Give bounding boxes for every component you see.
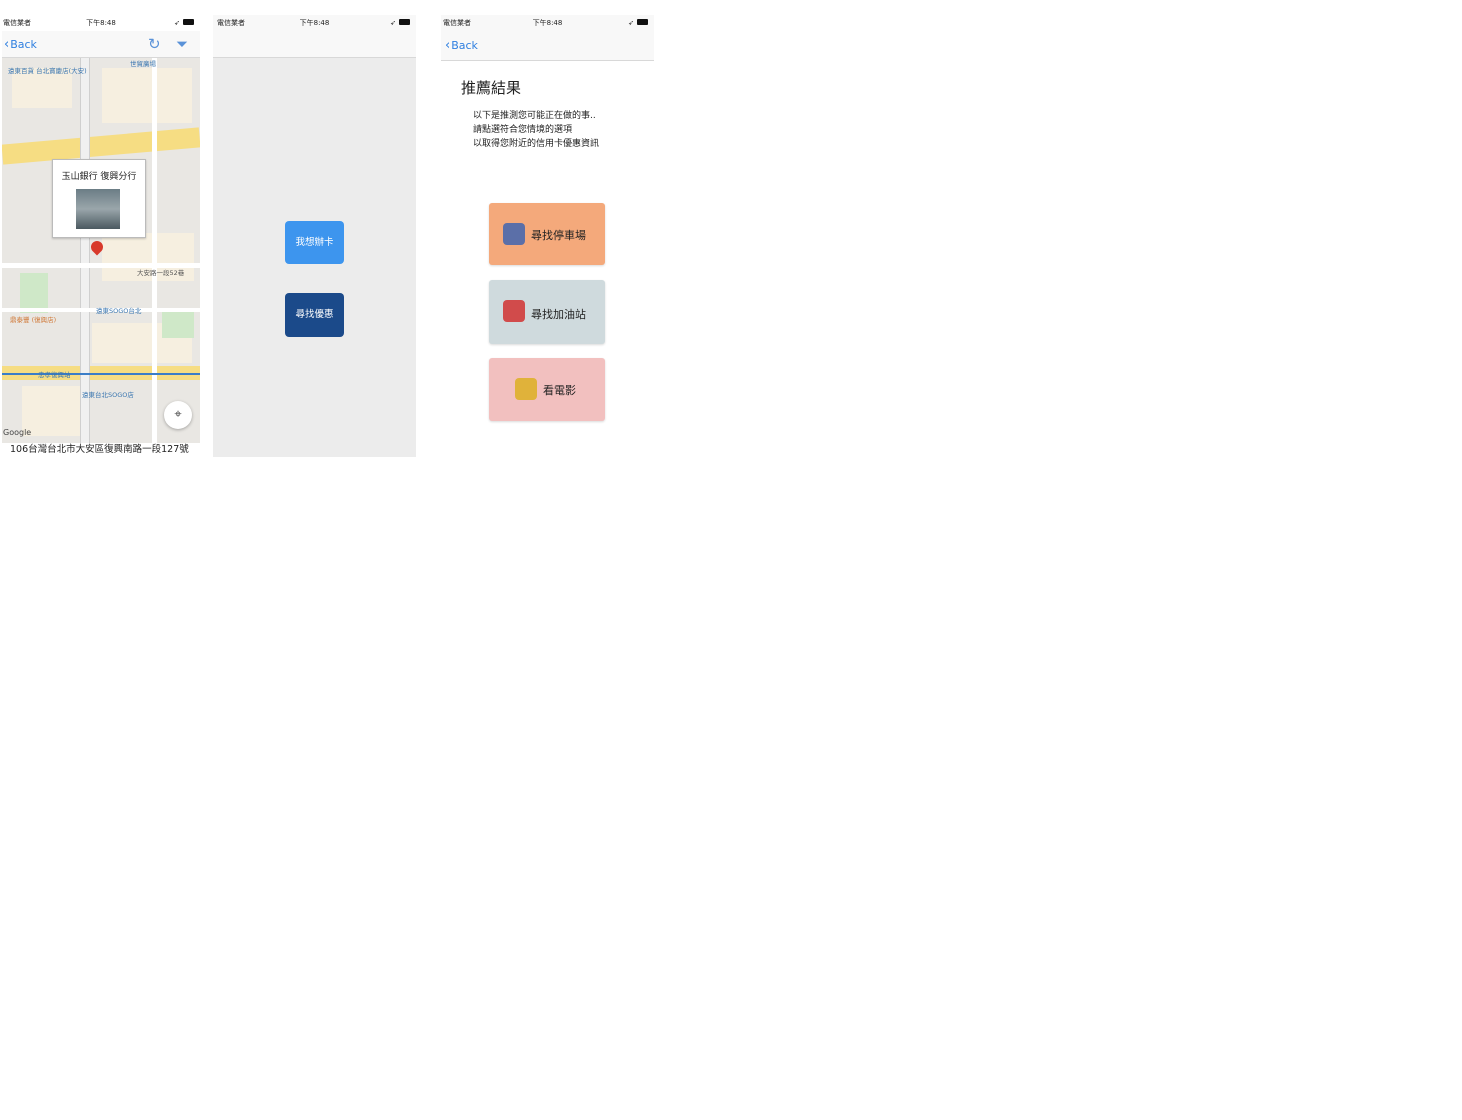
map-road: [152, 58, 157, 443]
filter-icon[interactable]: ⏷: [176, 35, 188, 53]
map-label-top-left: 遠東百貨 台北寶慶店(大安): [8, 67, 87, 75]
option-label: 尋找停車場: [531, 229, 586, 242]
callout-title: 玉山銀行 復興分行: [61, 172, 137, 182]
place-photo: [76, 189, 120, 229]
back-label: Back: [451, 39, 478, 52]
map-road-fuxing: [80, 58, 90, 443]
description-line: 請點選符合您情境的選項: [473, 125, 573, 135]
location-arrow-icon: ➶: [628, 19, 634, 27]
map-park: [162, 308, 194, 338]
map-label-top-right: 世貿廣場: [130, 60, 156, 68]
option-label: 看電影: [543, 384, 576, 397]
description: 以下是推測您可能正在做的事.. 請點選符合您情境的選項 以取得您附近的信用卡優惠…: [473, 109, 599, 151]
mrt-line: [2, 373, 200, 375]
status-bar: 電信業者 下午8:48 ➶: [2, 15, 200, 31]
option-parking-button[interactable]: 尋找停車場: [489, 203, 605, 265]
battery-icon: [637, 19, 648, 25]
map-label-bus: 大安路一段52巷: [137, 269, 185, 277]
option-gas-station-button[interactable]: 尋找加油站: [489, 280, 605, 344]
description-line: 以下是推測您可能正在做的事..: [473, 111, 596, 121]
movie-ticket-icon: [515, 378, 537, 400]
status-time: 下午8:48: [299, 19, 330, 27]
crosshair-icon: ⌖: [174, 407, 182, 422]
location-arrow-icon: ➶: [390, 19, 396, 27]
location-arrow-icon: ➶: [174, 19, 180, 27]
my-location-button[interactable]: ⌖: [164, 401, 192, 429]
map-label-station: 忠孝復興站: [38, 371, 71, 379]
nav-bar: ‹Back ↻ ⏷: [2, 31, 200, 58]
back-button[interactable]: ‹Back: [4, 37, 37, 52]
gas-station-icon: [503, 300, 525, 322]
map-label-sogo: 遠東SOGO台北: [96, 307, 142, 315]
status-bar: 電信業者 下午8:48 ➶: [213, 15, 416, 31]
battery-icon: [399, 19, 410, 25]
map-view[interactable]: 遠東百貨 台北寶慶店(大安) 世貿廣場 大安路一段52巷 遠東SOGO台北 鼎泰…: [2, 58, 200, 443]
refresh-icon[interactable]: ↻: [148, 35, 161, 53]
map-block: [102, 68, 192, 123]
map-label-sogo2: 遠東台北SOGO店: [82, 391, 134, 399]
nav-bar: [213, 31, 416, 58]
page-title: 推薦結果: [461, 79, 522, 97]
back-label: Back: [10, 38, 37, 51]
status-time: 下午8:48: [532, 19, 563, 27]
find-offer-button[interactable]: 尋找優惠: [285, 293, 344, 337]
option-label: 尋找加油站: [531, 308, 586, 321]
parking-icon: [503, 223, 525, 245]
option-movie-button[interactable]: 看電影: [489, 358, 605, 421]
map-park: [20, 273, 48, 313]
place-callout[interactable]: 玉山銀行 復興分行: [52, 159, 146, 238]
status-bar: 電信業者 下午8:48 ➶: [441, 15, 654, 31]
battery-icon: [183, 19, 194, 25]
new-card-button[interactable]: 我想辦卡: [285, 221, 344, 264]
nav-bar: ‹Back: [441, 31, 654, 61]
back-button[interactable]: ‹Back: [445, 38, 478, 53]
map-label-restaurant: 鼎泰豐 (復興店): [10, 316, 57, 324]
status-time: 下午8:48: [86, 19, 116, 27]
recommend-screen: 電信業者 下午8:48 ➶ ‹Back 推薦結果 以下是推測您可能正在做的事..…: [441, 15, 654, 457]
menu-screen: 電信業者 下午8:48 ➶ 我想辦卡 尋找優惠: [213, 15, 416, 457]
map-screen: 電信業者 下午8:48 ➶ ‹Back ↻ ⏷ 遠東百貨 台北寶慶店(大安) 世…: [2, 15, 200, 457]
chevron-left-icon: ‹: [445, 38, 451, 53]
address-label: 106台灣台北市大安區復興南路一段127號: [10, 444, 189, 455]
description-line: 以取得您附近的信用卡優惠資訊: [473, 139, 600, 149]
google-logo: Google: [3, 428, 32, 437]
chevron-left-icon: ‹: [4, 37, 10, 52]
